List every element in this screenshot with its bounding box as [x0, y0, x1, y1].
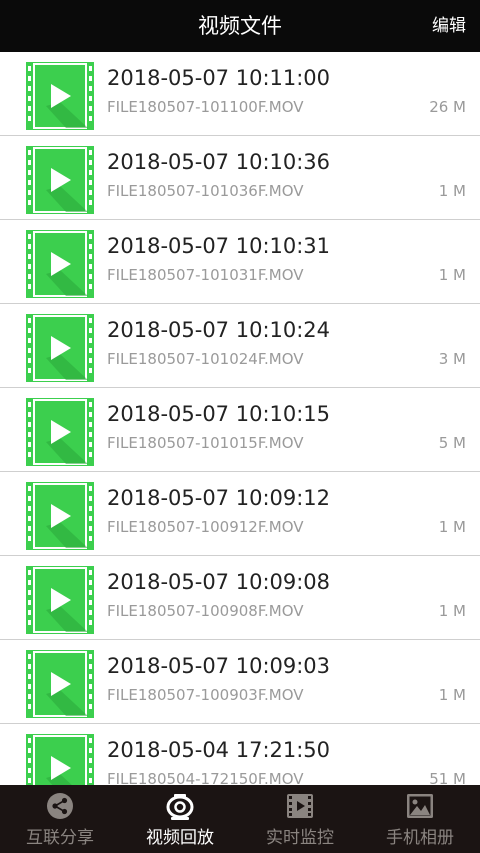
file-name: FILE180507-101024F.MOV	[107, 350, 304, 368]
video-thumbnail-icon	[26, 650, 94, 718]
tab-phone-album-label: 手机相册	[386, 828, 454, 848]
tab-video-playback[interactable]: 视频回放	[120, 785, 240, 853]
film-icon	[287, 794, 313, 818]
file-datetime: 2018-05-07 10:10:31	[107, 234, 331, 258]
file-size: 1 M	[438, 686, 466, 704]
tab-live-monitor-label: 实时监控	[266, 828, 334, 848]
app-screen: 视频文件 编辑 2018-05-07 10:11:00 FILE180507-10…	[0, 0, 480, 853]
file-name: FILE180507-100908F.MOV	[107, 602, 304, 620]
video-file-row[interactable]: 2018-05-07 10:09:03 FILE180507-100903F.MO…	[0, 640, 480, 724]
file-size: 3 M	[438, 350, 466, 368]
file-datetime: 2018-05-07 10:10:24	[107, 318, 331, 342]
header-bar: 视频文件 编辑	[0, 0, 480, 52]
file-size: 1 M	[438, 182, 466, 200]
file-size: 5 M	[438, 434, 466, 452]
video-thumbnail-icon	[26, 146, 94, 214]
video-thumbnail-icon	[26, 734, 94, 785]
file-datetime: 2018-05-07 10:09:08	[107, 570, 331, 594]
file-size: 1 M	[438, 518, 466, 536]
video-file-list[interactable]: 2018-05-07 10:11:00 FILE180507-101100F.MO…	[0, 52, 480, 785]
camera-lens-icon	[166, 794, 194, 820]
file-name: FILE180507-101015F.MOV	[107, 434, 304, 452]
file-name: FILE180504-172150F.MOV	[107, 770, 304, 785]
video-file-row[interactable]: 2018-05-07 10:10:15 FILE180507-101015F.MO…	[0, 388, 480, 472]
video-file-row[interactable]: 2018-05-07 10:10:24 FILE180507-101024F.MO…	[0, 304, 480, 388]
file-name: FILE180507-101036F.MOV	[107, 182, 304, 200]
video-thumbnail-icon	[26, 314, 94, 382]
file-size: 51 M	[429, 770, 466, 785]
file-size: 1 M	[438, 266, 466, 284]
share-icon	[47, 793, 73, 819]
tab-phone-album[interactable]: 手机相册	[360, 785, 480, 853]
file-datetime: 2018-05-07 10:09:12	[107, 486, 331, 510]
video-file-row[interactable]: 2018-05-07 10:09:08 FILE180507-100908F.MO…	[0, 556, 480, 640]
bottom-tab-bar: 互联分享 视频回放 实时监控 手机相册	[0, 785, 480, 853]
file-datetime: 2018-05-07 10:10:15	[107, 402, 331, 426]
file-name: FILE180507-100903F.MOV	[107, 686, 304, 704]
video-thumbnail-icon	[26, 482, 94, 550]
tab-live-monitor[interactable]: 实时监控	[240, 785, 360, 853]
file-size: 1 M	[438, 602, 466, 620]
file-name: FILE180507-100912F.MOV	[107, 518, 304, 536]
tab-share-label: 互联分享	[26, 828, 94, 848]
page-title: 视频文件	[198, 14, 282, 38]
file-datetime: 2018-05-04 17:21:50	[107, 738, 331, 762]
photo-icon	[407, 794, 433, 818]
video-file-row[interactable]: 2018-05-04 17:21:50 FILE180504-172150F.MO…	[0, 724, 480, 785]
video-file-row[interactable]: 2018-05-07 10:10:36 FILE180507-101036F.MO…	[0, 136, 480, 220]
video-thumbnail-icon	[26, 398, 94, 466]
video-thumbnail-icon	[26, 230, 94, 298]
video-thumbnail-icon	[26, 62, 94, 130]
video-file-row[interactable]: 2018-05-07 10:09:12 FILE180507-100912F.MO…	[0, 472, 480, 556]
video-file-row[interactable]: 2018-05-07 10:11:00 FILE180507-101100F.MO…	[0, 52, 480, 136]
video-file-row[interactable]: 2018-05-07 10:10:31 FILE180507-101031F.MO…	[0, 220, 480, 304]
tab-video-playback-label: 视频回放	[146, 828, 214, 848]
file-size: 26 M	[429, 98, 466, 116]
video-thumbnail-icon	[26, 566, 94, 634]
file-datetime: 2018-05-07 10:10:36	[107, 150, 331, 174]
file-datetime: 2018-05-07 10:09:03	[107, 654, 331, 678]
file-name: FILE180507-101031F.MOV	[107, 266, 304, 284]
tab-share[interactable]: 互联分享	[0, 785, 120, 853]
edit-button[interactable]: 编辑	[432, 0, 466, 52]
file-name: FILE180507-101100F.MOV	[107, 98, 304, 116]
file-datetime: 2018-05-07 10:11:00	[107, 66, 331, 90]
